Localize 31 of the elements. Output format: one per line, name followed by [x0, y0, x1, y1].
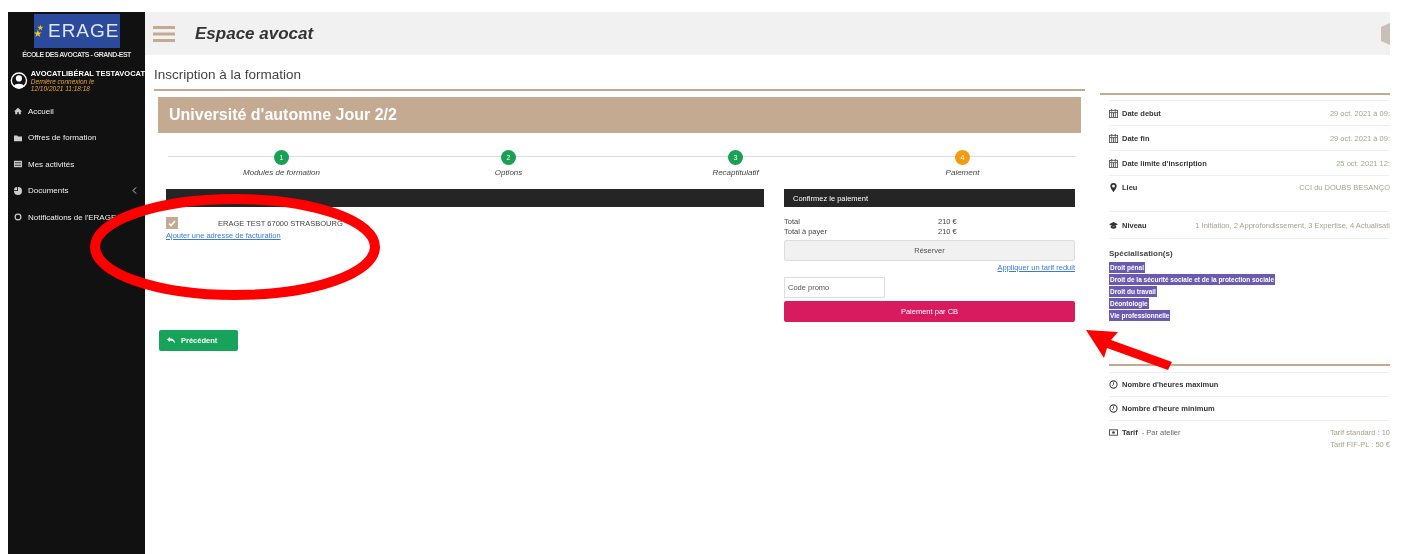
folder-icon [14, 133, 22, 142]
training-title: Université d'automne Jour 2/2 [158, 97, 1081, 133]
list-icon [14, 160, 22, 169]
menu-icon[interactable] [153, 25, 175, 42]
nav-item[interactable]: Offres de formation [8, 124, 145, 151]
pie-chart-icon [14, 186, 22, 195]
home-icon [14, 107, 22, 116]
clock-icon [1109, 380, 1118, 389]
banknote-icon [1109, 428, 1118, 437]
calendar-icon [1109, 133, 1118, 143]
step-label: Paiement [945, 168, 980, 177]
logo-text: ERAGE [47, 20, 120, 42]
clock-icon [1109, 404, 1118, 413]
nav-item[interactable]: Accueil [8, 98, 145, 125]
graduation-cap-icon [1109, 220, 1118, 230]
step-label: Recaptitulatif [712, 168, 759, 177]
door-icon[interactable] [1381, 22, 1390, 45]
reply-arrow-icon [167, 337, 175, 344]
calendar-icon [1109, 158, 1118, 168]
page-title: Inscription à la formation [154, 55, 1085, 91]
specialisation-title: Spécialisation(s) [1109, 238, 1390, 258]
nav-item[interactable]: Notifications de l'ERAGE [8, 204, 145, 231]
checkbox[interactable] [166, 217, 178, 229]
nav-item[interactable]: Mes activités [8, 151, 145, 178]
step-label: Modules de formation [243, 168, 320, 177]
step-label: Options [494, 168, 523, 177]
calendar-icon [1109, 108, 1118, 118]
circle-icon [14, 213, 22, 222]
map-pin-icon [1109, 183, 1118, 192]
nav-item[interactable]: Documents [8, 177, 145, 204]
app-title: Espace avocat [195, 23, 315, 44]
